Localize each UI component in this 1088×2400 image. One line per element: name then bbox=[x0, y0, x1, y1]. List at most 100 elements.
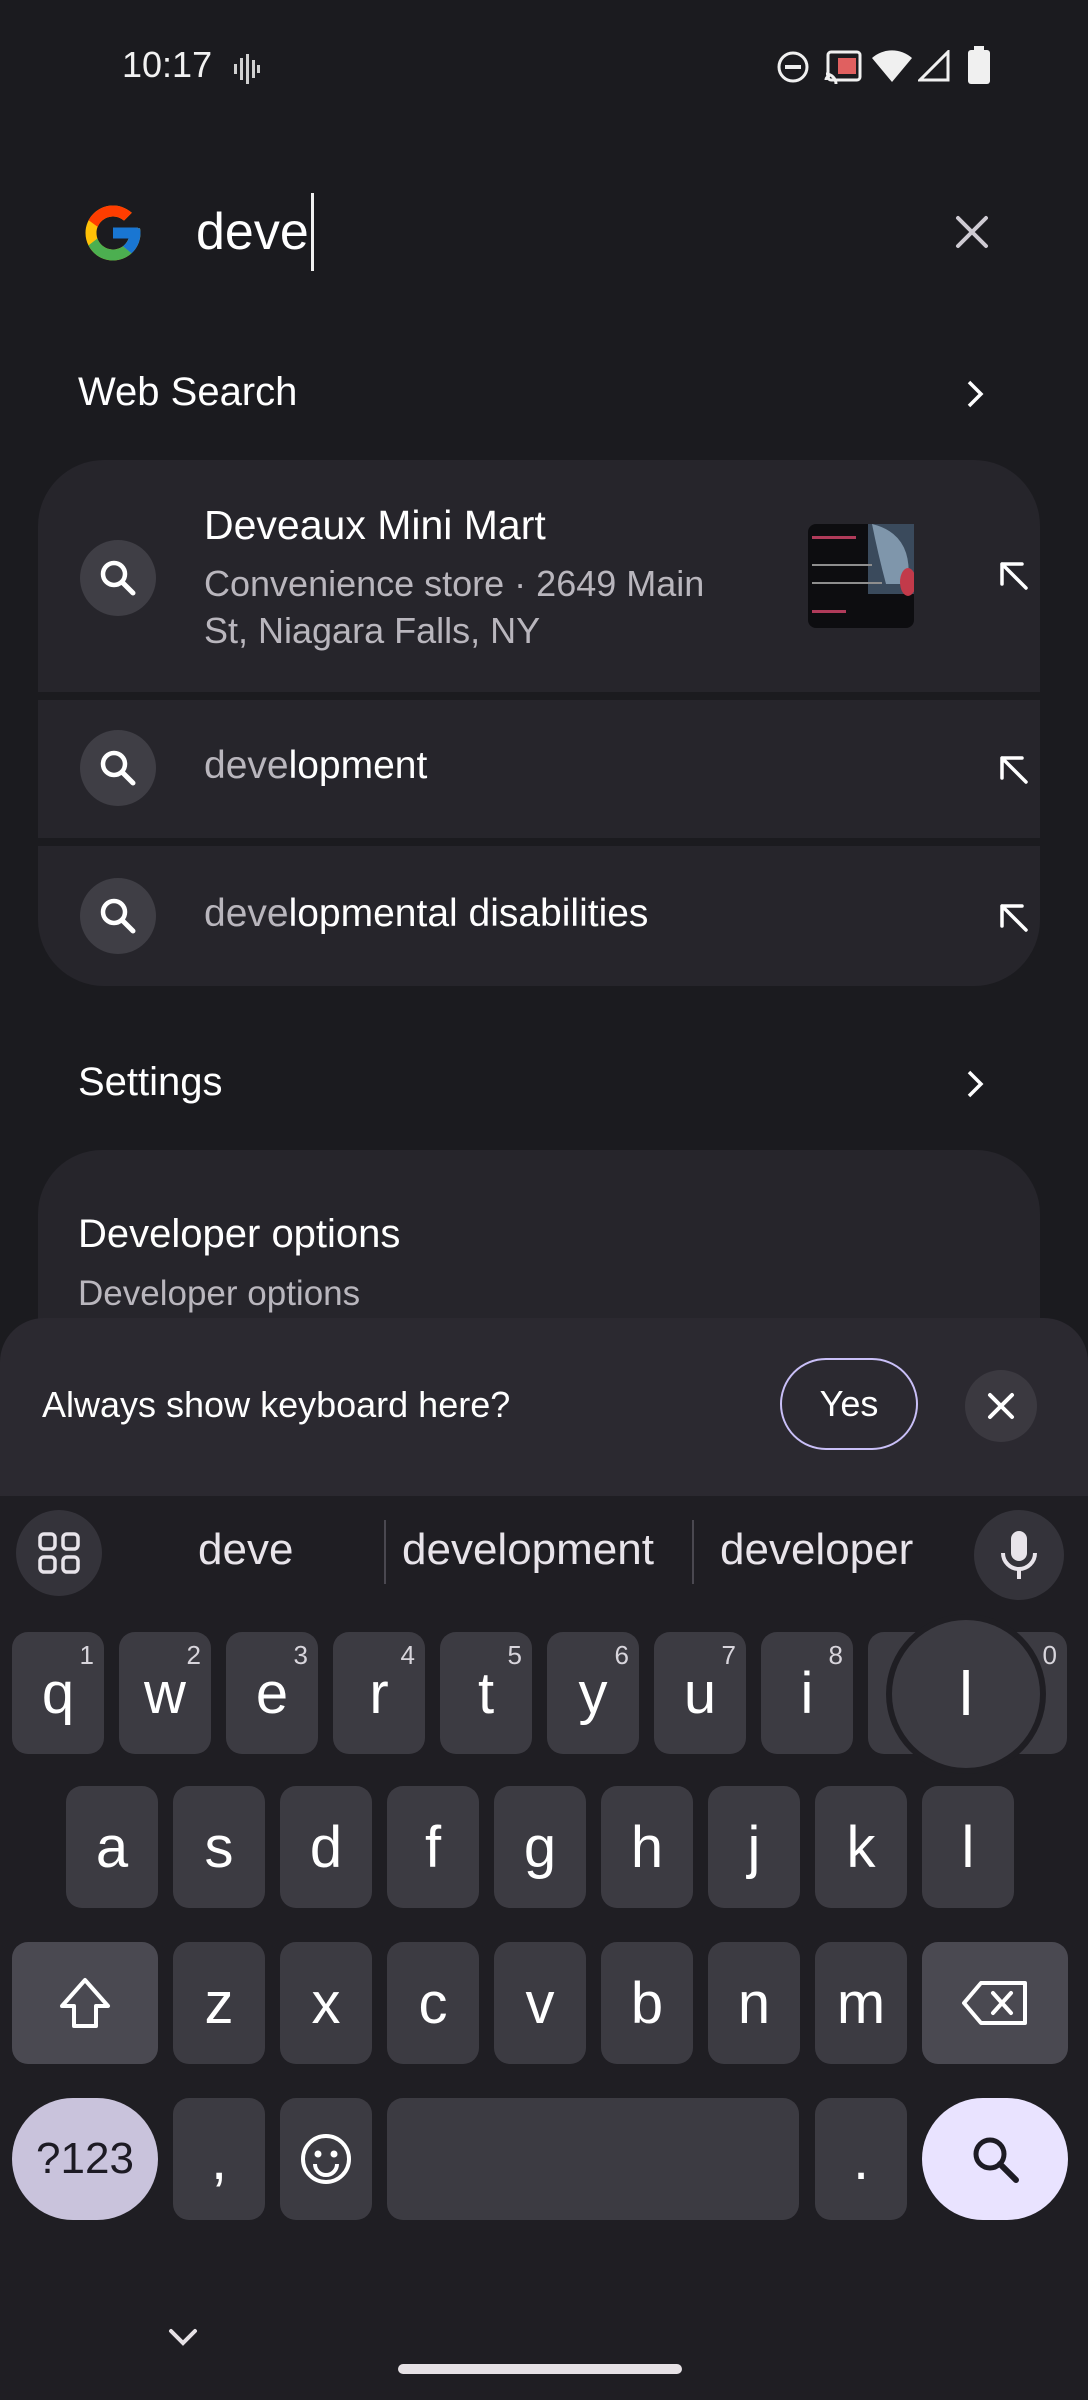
key-hint: 6 bbox=[614, 1640, 629, 1670]
suggestion-subtitle-line2: St, Niagara Falls, NY bbox=[204, 610, 541, 651]
search-input[interactable]: deve bbox=[196, 193, 314, 271]
shift-arrow-icon bbox=[60, 1978, 110, 2028]
key-z[interactable]: z bbox=[173, 1942, 265, 2064]
fill-query-arrow-icon[interactable] bbox=[996, 752, 1032, 788]
key-w[interactable]: w2 bbox=[119, 1632, 211, 1754]
key-label: y bbox=[578, 1660, 608, 1726]
key-label: q bbox=[41, 1660, 75, 1726]
settings-header[interactable]: Settings bbox=[78, 1060, 223, 1105]
google-logo-icon bbox=[85, 205, 141, 261]
cast-icon bbox=[824, 50, 862, 84]
key-label: i bbox=[800, 1660, 814, 1726]
key-t[interactable]: t5 bbox=[440, 1632, 532, 1754]
key-hint: 8 bbox=[828, 1640, 843, 1670]
backspace-icon bbox=[962, 1981, 1027, 2025]
text-caret bbox=[310, 193, 314, 271]
completion-part: lopment bbox=[288, 744, 428, 787]
key-q[interactable]: q1 bbox=[12, 1632, 104, 1754]
search-enter-key[interactable] bbox=[922, 2098, 1068, 2220]
suggestion-text: development bbox=[204, 744, 427, 788]
battery-icon bbox=[968, 46, 990, 84]
key-j[interactable]: j bbox=[708, 1786, 800, 1908]
web-search-chevron-right-icon[interactable] bbox=[958, 377, 992, 411]
key-hint: 4 bbox=[400, 1640, 415, 1670]
suggestion-title: Deveaux Mini Mart bbox=[204, 502, 546, 548]
key-x[interactable]: x bbox=[280, 1942, 372, 2064]
comma-key[interactable]: , bbox=[173, 2098, 265, 2220]
key-u[interactable]: u7 bbox=[654, 1632, 746, 1754]
hide-keyboard-chevron-down-icon[interactable] bbox=[166, 2326, 200, 2350]
key-g[interactable]: g bbox=[494, 1786, 586, 1908]
keyboard-prompt-text: Always show keyboard here? bbox=[42, 1384, 511, 1425]
clear-search-icon[interactable] bbox=[944, 204, 1000, 260]
key-hint: 7 bbox=[721, 1640, 736, 1670]
key-b[interactable]: b bbox=[601, 1942, 693, 2064]
keyboard-suggestion[interactable]: deve bbox=[198, 1525, 293, 1575]
key-hint: 5 bbox=[507, 1640, 522, 1670]
key-e[interactable]: e3 bbox=[226, 1632, 318, 1754]
key-h[interactable]: h bbox=[601, 1786, 693, 1908]
key-m[interactable]: m bbox=[815, 1942, 907, 2064]
keyboard-menu-button[interactable] bbox=[16, 1510, 102, 1596]
apps-grid-icon bbox=[38, 1532, 80, 1574]
suggestion-divider bbox=[692, 1520, 694, 1584]
yes-button[interactable]: Yes bbox=[780, 1358, 918, 1450]
backspace-key[interactable] bbox=[922, 1942, 1068, 2064]
emoji-key[interactable] bbox=[280, 2098, 372, 2220]
wifi-icon bbox=[872, 50, 912, 82]
fill-query-arrow-icon[interactable] bbox=[996, 900, 1032, 936]
key-l[interactable]: l bbox=[922, 1786, 1014, 1908]
key-label: r bbox=[369, 1660, 389, 1726]
space-key[interactable] bbox=[387, 2098, 799, 2220]
key-y[interactable]: y6 bbox=[547, 1632, 639, 1754]
microphone-icon bbox=[1001, 1531, 1037, 1579]
keyboard-suggestion[interactable]: developer bbox=[720, 1525, 913, 1575]
status-time: 10:17 bbox=[122, 44, 213, 85]
key-s[interactable]: s bbox=[173, 1786, 265, 1908]
key-i[interactable]: i8 bbox=[761, 1632, 853, 1754]
key-v[interactable]: v bbox=[494, 1942, 586, 2064]
period-key[interactable]: . bbox=[815, 2098, 907, 2220]
dismiss-prompt-button[interactable] bbox=[965, 1370, 1037, 1442]
key-n[interactable]: n bbox=[708, 1942, 800, 2064]
key-press-popup: l bbox=[892, 1620, 1040, 1768]
search-icon bbox=[973, 2137, 1019, 2183]
search-icon bbox=[80, 878, 156, 954]
navigation-handle[interactable] bbox=[398, 2364, 682, 2374]
key-k[interactable]: k bbox=[815, 1786, 907, 1908]
typed-part: deve bbox=[204, 744, 289, 787]
suggestion-development[interactable]: development bbox=[38, 700, 1040, 838]
suggestion-divider bbox=[384, 1520, 386, 1584]
typed-part: deve bbox=[204, 892, 289, 935]
shift-key[interactable] bbox=[12, 1942, 158, 2064]
web-search-header[interactable]: Web Search bbox=[78, 370, 297, 415]
key-hint: 0 bbox=[1042, 1640, 1057, 1670]
key-a[interactable]: a bbox=[66, 1786, 158, 1908]
key-hint: 3 bbox=[293, 1640, 308, 1670]
key-hint: 1 bbox=[79, 1640, 94, 1670]
completion-part: lopmental disabilities bbox=[288, 892, 649, 935]
symbols-key[interactable]: ?123 bbox=[12, 2098, 158, 2220]
key-label: u bbox=[683, 1660, 717, 1726]
key-hint: 2 bbox=[186, 1640, 201, 1670]
key-label: t bbox=[477, 1660, 495, 1726]
settings-chevron-right-icon[interactable] bbox=[958, 1067, 992, 1101]
suggestion-developmental-disabilities[interactable]: developmental disabilities bbox=[38, 846, 1040, 986]
key-d[interactable]: d bbox=[280, 1786, 372, 1908]
suggestion-deveaux-mini-mart[interactable]: Deveaux Mini Mart Convenience store · 26… bbox=[38, 460, 1040, 692]
voice-input-button[interactable] bbox=[974, 1510, 1064, 1600]
close-icon bbox=[988, 1393, 1014, 1419]
emoji-smiley-icon bbox=[301, 2134, 351, 2184]
search-icon bbox=[80, 730, 156, 806]
fill-query-arrow-icon[interactable] bbox=[996, 558, 1032, 594]
key-c[interactable]: c bbox=[387, 1942, 479, 2064]
key-r[interactable]: r4 bbox=[333, 1632, 425, 1754]
search-query-text: deve bbox=[196, 203, 309, 261]
key-label: w bbox=[144, 1660, 186, 1726]
suggestion-text: developmental disabilities bbox=[204, 892, 648, 936]
suggestion-subtitle-line1: Convenience store · 2649 Main bbox=[204, 563, 705, 604]
result-title: Developer options bbox=[78, 1212, 401, 1256]
search-icon bbox=[80, 540, 156, 616]
key-f[interactable]: f bbox=[387, 1786, 479, 1908]
keyboard-suggestion[interactable]: development bbox=[402, 1525, 654, 1575]
